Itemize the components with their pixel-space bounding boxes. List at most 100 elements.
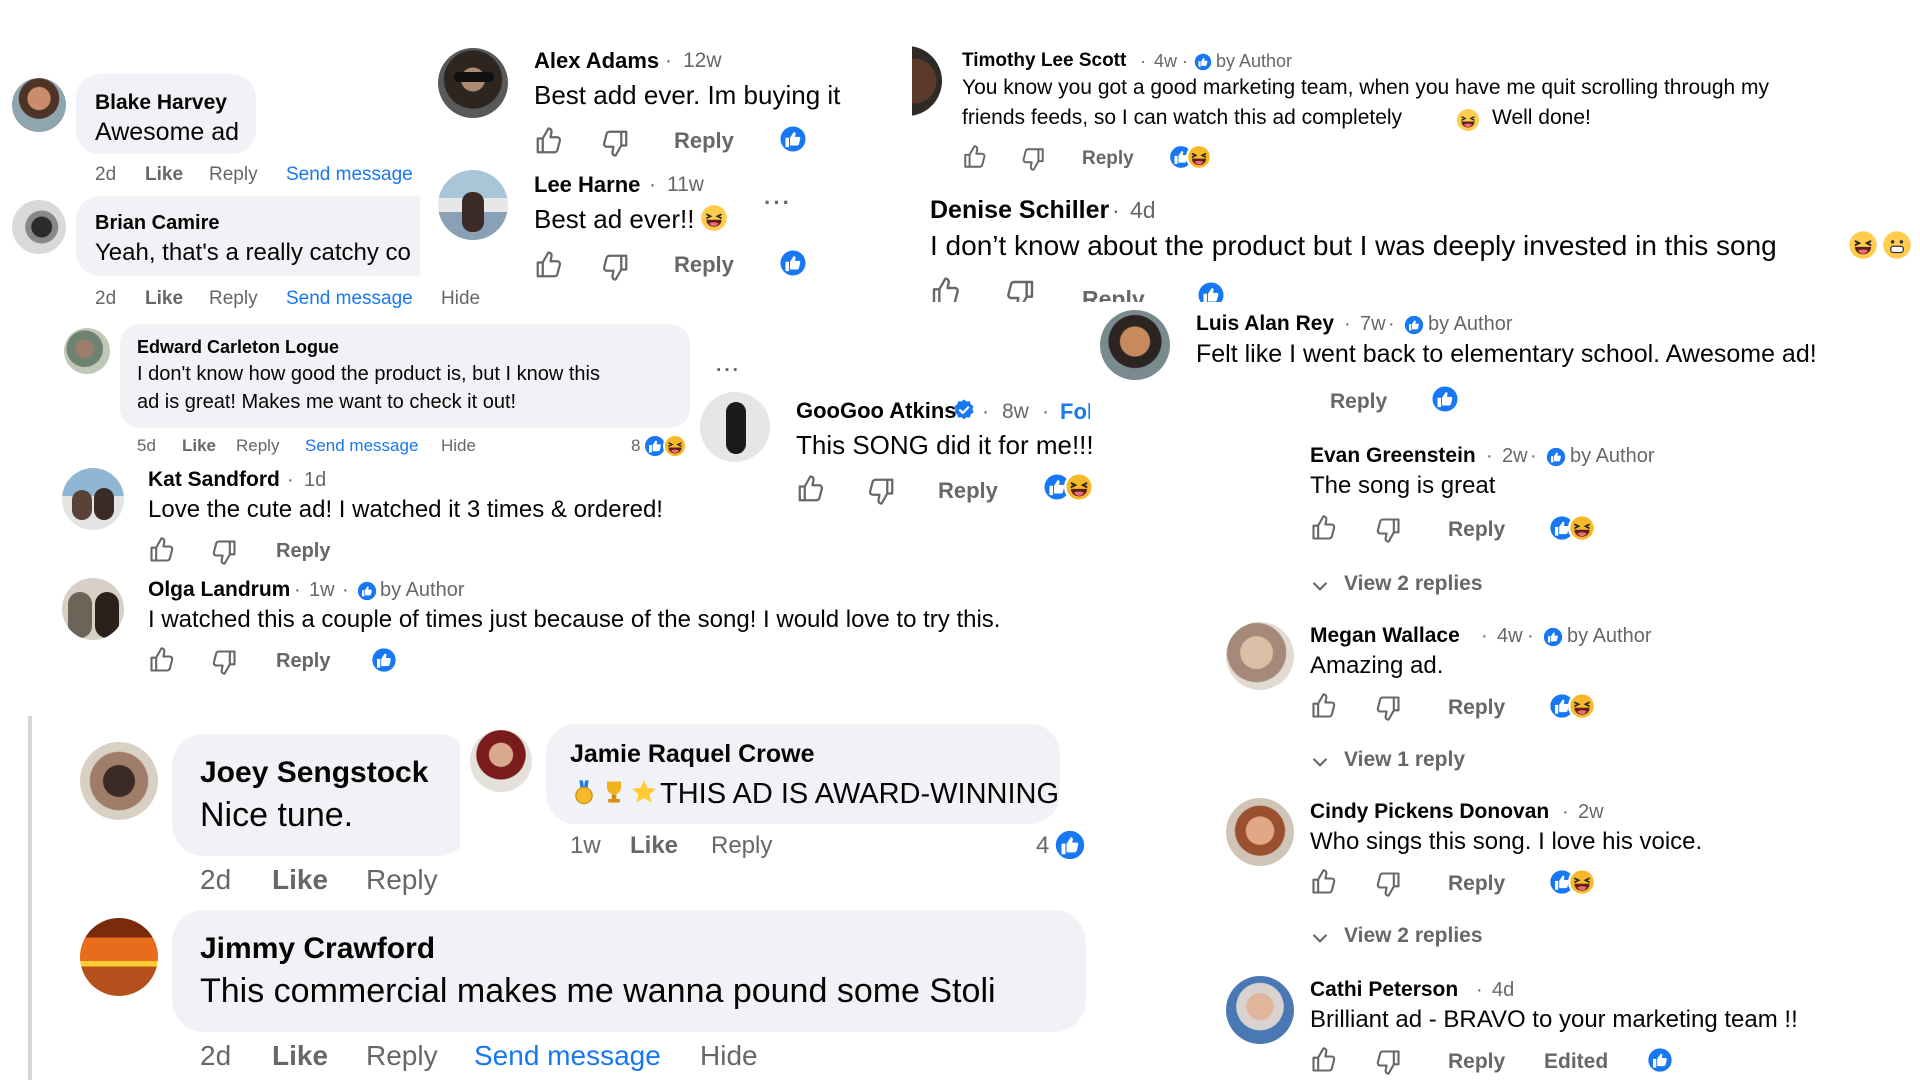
thumbs-up-icon[interactable] — [930, 276, 962, 302]
view-replies-link[interactable]: View 1 reply — [1344, 748, 1465, 772]
reply-button[interactable]: Reply — [674, 128, 734, 154]
like-button[interactable]: Like — [145, 288, 183, 310]
hide-link[interactable]: Hide — [441, 288, 480, 310]
reply-button[interactable]: Reply — [674, 252, 734, 278]
send-message-link[interactable]: Send message — [286, 164, 413, 186]
like-button[interactable]: Like — [630, 832, 678, 860]
reply-button[interactable]: Reply — [938, 478, 998, 504]
reply-button[interactable]: Reply — [1082, 286, 1145, 302]
like-button[interactable]: Like — [145, 164, 183, 186]
avatar[interactable] — [12, 200, 66, 254]
avatar[interactable] — [470, 730, 532, 792]
reply-button[interactable]: Reply — [366, 864, 438, 896]
like-reaction-icon[interactable] — [1196, 280, 1226, 302]
thumbs-down-icon[interactable] — [866, 476, 896, 506]
send-message-link[interactable]: Send message — [474, 1040, 661, 1072]
author-name[interactable]: Denise Schiller — [930, 196, 1109, 225]
haha-reaction-icon[interactable] — [1186, 144, 1212, 170]
author-name[interactable]: Joey Sengstock — [200, 756, 428, 790]
haha-reaction-icon[interactable] — [1568, 868, 1596, 896]
timestamp[interactable]: 4d — [1492, 979, 1514, 1002]
thumbs-down-icon[interactable] — [1374, 1048, 1402, 1076]
reply-button[interactable]: Reply — [1082, 148, 1134, 170]
author-name[interactable]: Jamie Raquel Crowe — [570, 740, 815, 769]
author-name[interactable]: Olga Landrum — [148, 578, 290, 602]
thumbs-down-icon[interactable] — [600, 128, 630, 158]
author-name[interactable]: Cindy Pickens Donovan — [1310, 800, 1549, 824]
haha-reaction-icon[interactable] — [1064, 472, 1094, 502]
reply-button[interactable]: Reply — [209, 164, 258, 186]
thumbs-up-icon[interactable] — [534, 126, 564, 156]
author-name[interactable]: GooGoo Atkins — [796, 398, 957, 424]
like-reaction-icon[interactable] — [778, 248, 808, 278]
author-name[interactable]: Megan Wallace — [1310, 624, 1460, 648]
avatar[interactable] — [1226, 976, 1294, 1044]
thumbs-down-icon[interactable] — [1374, 694, 1402, 722]
author-name[interactable]: Luis Alan Rey — [1196, 312, 1334, 336]
reply-button[interactable]: Reply — [1448, 1050, 1505, 1074]
thumbs-down-icon[interactable] — [1374, 870, 1402, 898]
like-reaction-icon[interactable] — [778, 124, 808, 154]
author-name[interactable]: Brian Camire — [95, 212, 220, 235]
thumbs-up-icon[interactable] — [534, 250, 564, 280]
avatar[interactable] — [80, 918, 158, 996]
reply-button[interactable]: Reply — [1448, 696, 1505, 720]
author-name[interactable]: Cathi Peterson — [1310, 978, 1458, 1002]
author-name[interactable]: Lee Harne — [534, 172, 640, 198]
reply-button[interactable]: Reply — [209, 288, 258, 310]
like-reaction-icon[interactable] — [1430, 384, 1460, 414]
hide-link[interactable]: Hide — [441, 436, 476, 456]
reply-button[interactable]: Reply — [276, 650, 330, 673]
thumbs-down-icon[interactable] — [210, 538, 238, 566]
avatar[interactable] — [438, 48, 508, 118]
author-name[interactable]: Jimmy Crawford — [200, 932, 435, 966]
timestamp[interactable]: 2w — [1502, 445, 1528, 468]
author-name[interactable]: Alex Adams — [534, 48, 659, 74]
avatar[interactable] — [912, 46, 942, 116]
reply-button[interactable]: Reply — [1448, 872, 1505, 896]
timestamp[interactable]: 5d — [137, 436, 156, 456]
thumbs-down-icon[interactable] — [210, 648, 238, 676]
author-name[interactable]: Blake Harvey — [95, 91, 227, 115]
avatar[interactable] — [438, 170, 508, 240]
hide-link[interactable]: Hide — [700, 1040, 758, 1072]
avatar[interactable] — [64, 328, 110, 374]
like-button[interactable]: Like — [272, 864, 328, 896]
avatar[interactable] — [700, 392, 770, 462]
timestamp[interactable]: 4w — [1154, 51, 1177, 72]
timestamp[interactable]: 4w — [1497, 625, 1523, 648]
haha-reaction-icon[interactable] — [663, 434, 687, 458]
timestamp[interactable]: 2d — [200, 864, 231, 896]
avatar[interactable] — [1100, 310, 1170, 380]
like-reaction-icon[interactable] — [370, 646, 398, 674]
reply-button[interactable]: Reply — [366, 1040, 438, 1072]
avatar[interactable] — [1226, 622, 1294, 690]
view-replies-link[interactable]: View 2 replies — [1344, 572, 1483, 596]
timestamp[interactable]: 2d — [95, 288, 116, 310]
timestamp[interactable]: 7w — [1360, 313, 1386, 336]
avatar[interactable] — [62, 578, 124, 640]
like-reaction-icon[interactable] — [1053, 828, 1087, 862]
thumbs-up-icon[interactable] — [1310, 1046, 1338, 1074]
timestamp[interactable]: 2d — [200, 1040, 231, 1072]
reaction-count[interactable]: 8 — [631, 436, 640, 456]
author-name[interactable]: Timothy Lee Scott — [962, 50, 1126, 72]
avatar[interactable] — [80, 742, 158, 820]
thumbs-up-icon[interactable] — [1310, 692, 1338, 720]
author-name[interactable]: Evan Greenstein — [1310, 444, 1476, 468]
reply-button[interactable]: Reply — [711, 832, 772, 860]
view-replies-link[interactable]: View 2 replies — [1344, 924, 1483, 948]
thumbs-up-icon[interactable] — [962, 144, 988, 170]
thumbs-down-icon[interactable] — [600, 252, 630, 282]
author-name[interactable]: Kat Sandford — [148, 468, 280, 492]
more-options-icon[interactable]: ··· — [764, 190, 792, 216]
timestamp[interactable]: 1d — [304, 469, 326, 492]
timestamp[interactable]: 1w — [309, 579, 335, 602]
timestamp[interactable]: 1w — [570, 832, 601, 860]
chevron-down-icon[interactable] — [1310, 928, 1330, 948]
avatar[interactable] — [12, 78, 66, 132]
chevron-down-icon[interactable] — [1310, 752, 1330, 772]
reply-button[interactable]: Reply — [1330, 390, 1387, 414]
timestamp[interactable]: 4d — [1130, 197, 1156, 224]
timestamp[interactable]: 2w — [1578, 801, 1604, 824]
